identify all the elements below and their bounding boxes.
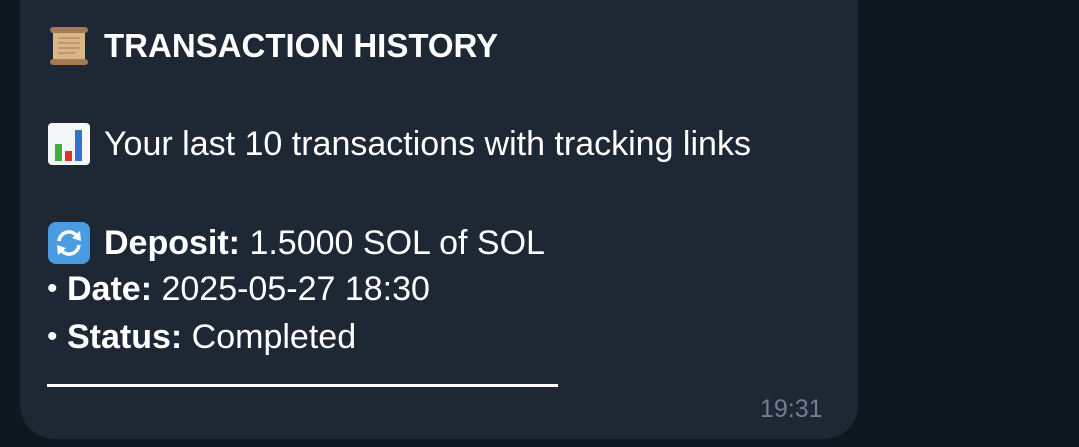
deposit-row: Deposit: 1.5000 SOL of SOL — [47, 221, 545, 265]
refresh-icon — [47, 221, 91, 265]
divider-line — [47, 384, 558, 387]
deposit-value: 1.5000 SOL of SOL — [240, 224, 545, 262]
date-label: Date: — [67, 270, 153, 308]
status-label: Status: — [67, 318, 183, 356]
scroll-icon — [47, 24, 91, 68]
status-bullet: • — [47, 320, 58, 353]
message-title: TRANSACTION HISTORY — [104, 27, 499, 64]
deposit-label: Deposit: — [104, 224, 240, 262]
message-subtitle: Your last 10 transactions with tracking … — [104, 125, 751, 163]
date-value: 2025-05-27 18:30 — [152, 270, 430, 308]
status-value: Completed — [182, 318, 357, 356]
bar-chart-icon — [47, 122, 91, 166]
date-bullet: • — [47, 272, 58, 305]
message-subtitle-row: Your last 10 transactions with tracking … — [47, 122, 751, 166]
message-title-row: TRANSACTION HISTORY — [47, 24, 498, 68]
date-row: • Date: 2025-05-27 18:30 — [47, 269, 430, 309]
message-timestamp: 19:31 — [760, 395, 823, 423]
status-row: • Status: Completed — [47, 317, 356, 357]
